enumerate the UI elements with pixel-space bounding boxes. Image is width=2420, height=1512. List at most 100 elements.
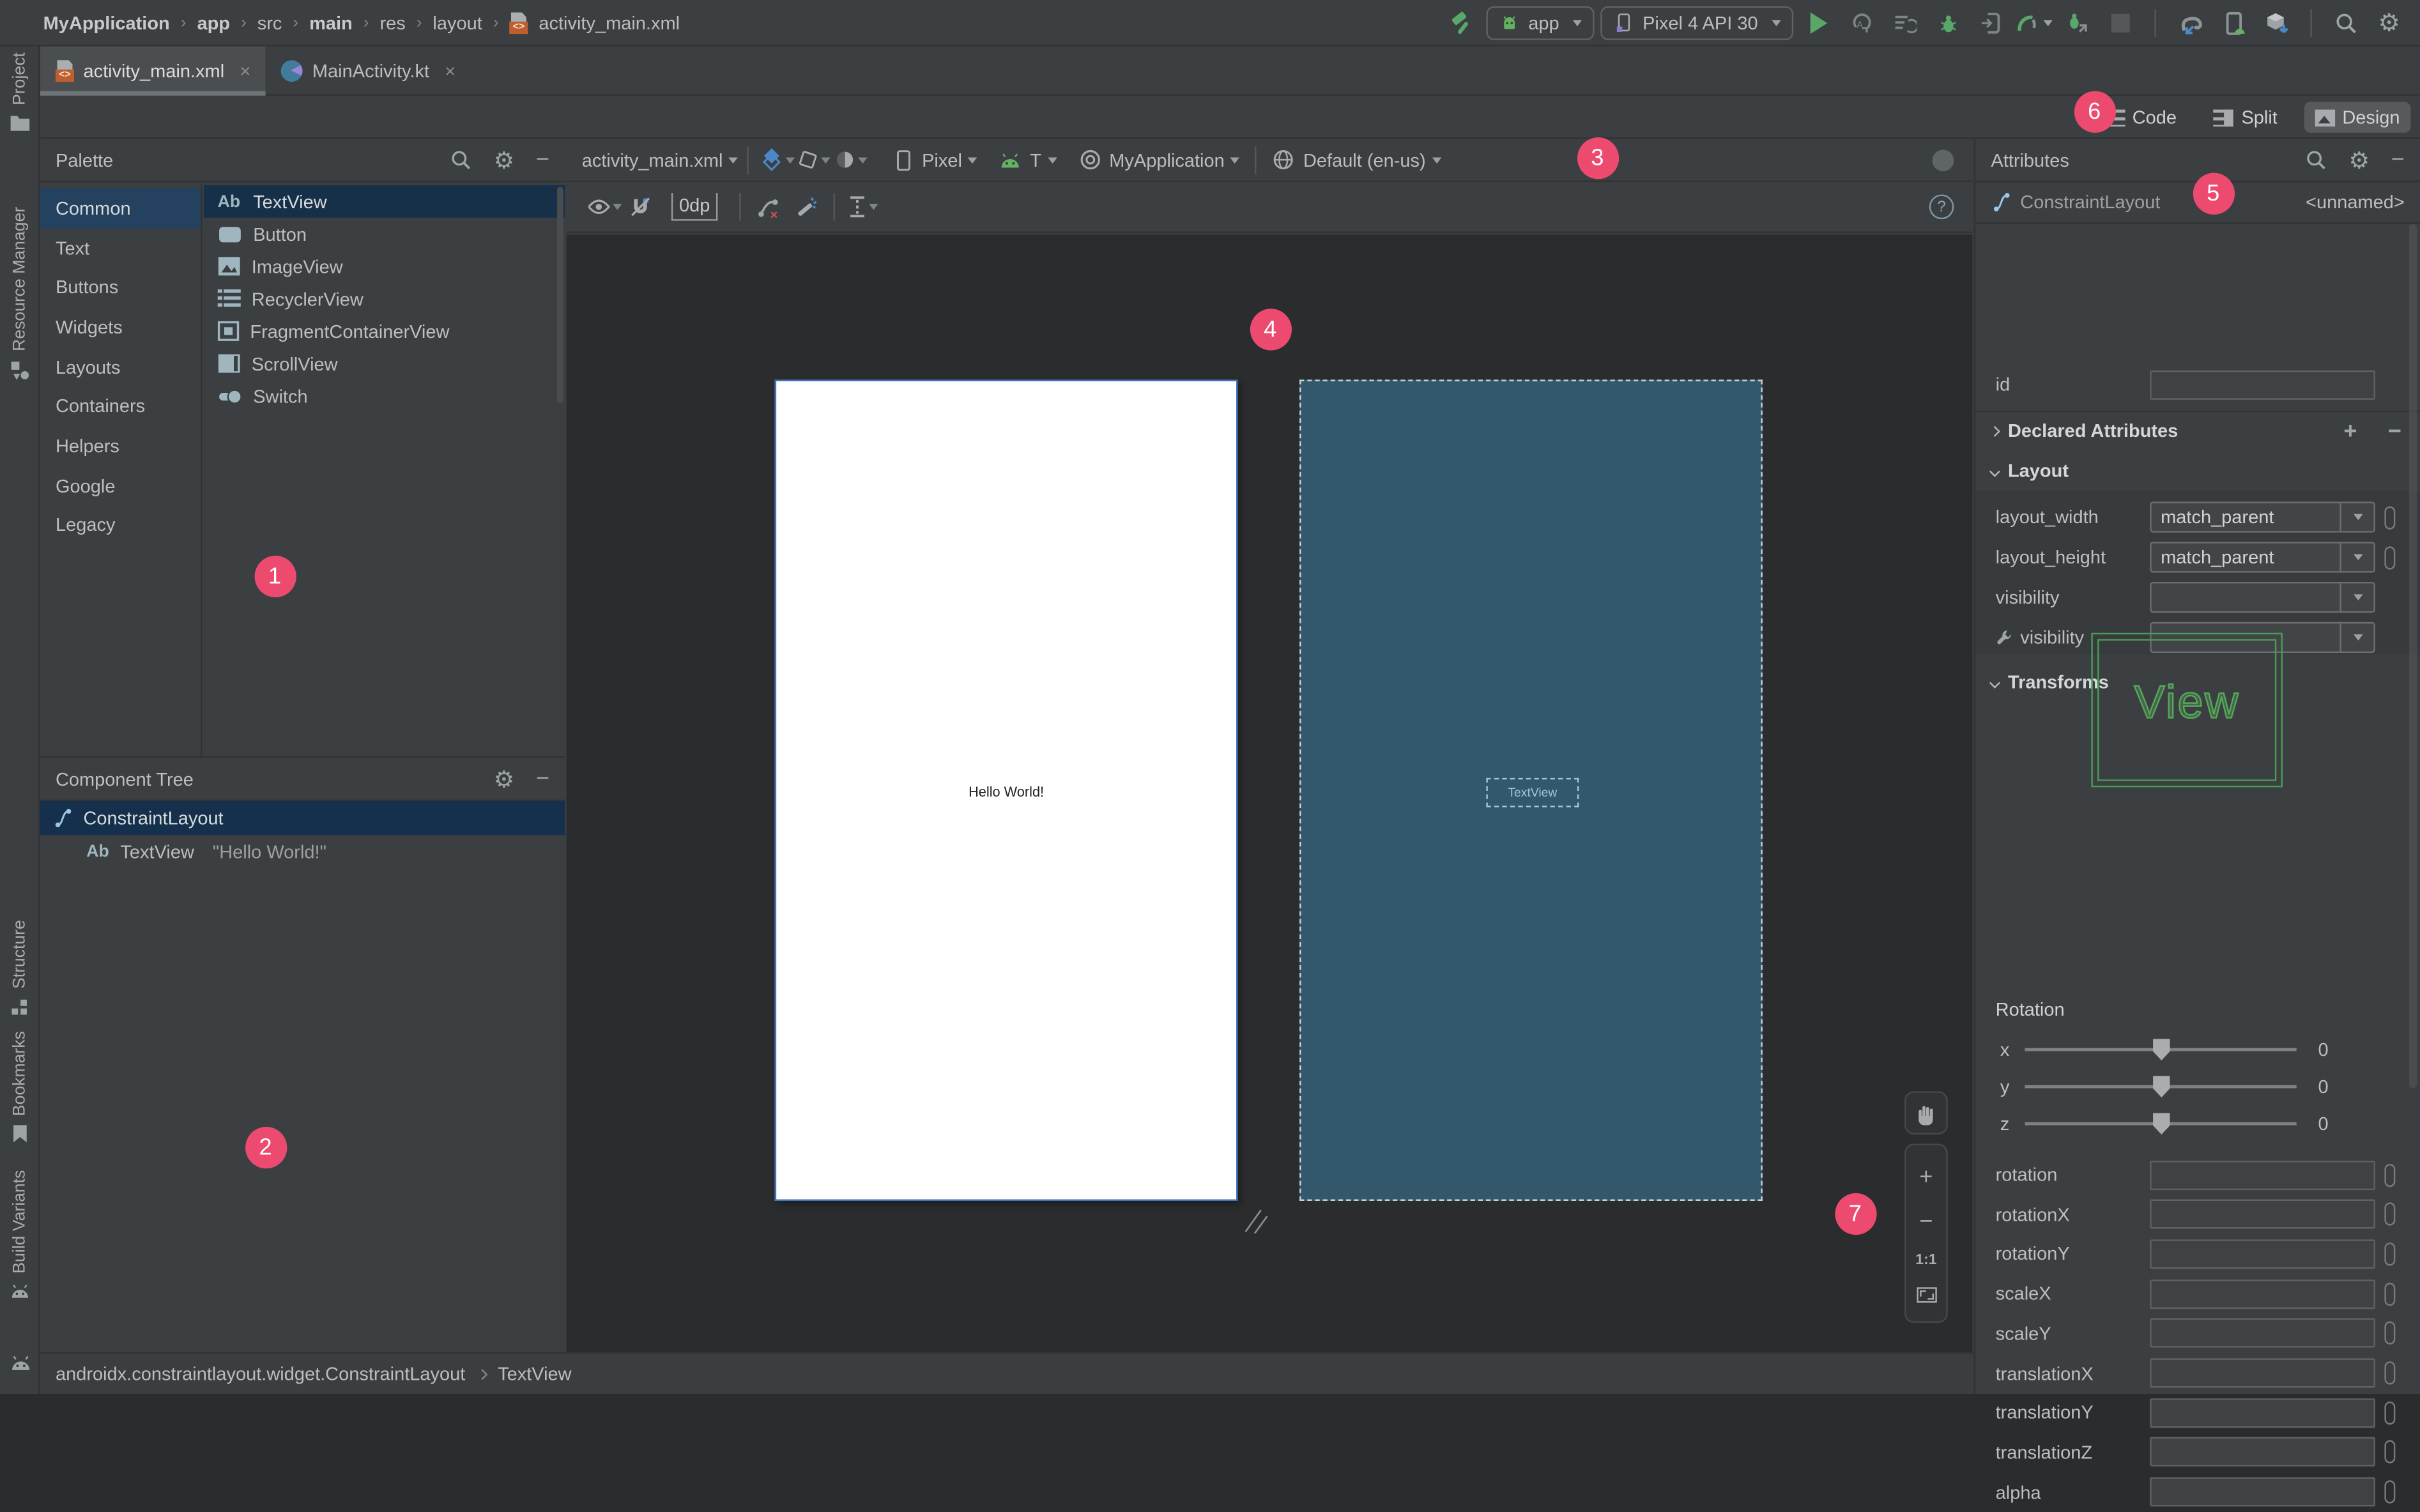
minimize-icon[interactable]: − [536,147,549,173]
default-margin-button[interactable]: 0dp [671,193,718,221]
profiler-icon[interactable] [2016,4,2053,42]
constraint-toggle[interactable] [2384,1282,2396,1306]
palette-category-containers[interactable]: Containers [40,386,201,426]
theme-selector[interactable]: MyApplication [1109,149,1224,171]
minimize-icon[interactable]: − [536,766,549,792]
constraint-toggle[interactable] [2384,1401,2396,1424]
zoom-actual-button[interactable]: 1:1 [1915,1253,1936,1270]
locale-selector[interactable]: Default (en-us) [1303,149,1426,171]
constraint-toggle[interactable] [2384,1163,2396,1187]
apply-code-changes-icon[interactable] [1886,4,1923,42]
palette-category-layouts[interactable]: Layouts [40,347,201,386]
settings-gear-icon[interactable]: ⚙ [2371,4,2408,42]
search-icon[interactable] [2304,148,2327,171]
infer-constraints-wand-icon[interactable] [787,188,824,225]
breadcrumb-res[interactable]: res [379,12,405,34]
constraint-toggle[interactable] [2384,1480,2396,1504]
rotationy-input[interactable] [2150,1239,2375,1269]
close-icon[interactable]: × [445,59,456,81]
status-node[interactable]: TextView [498,1363,572,1385]
device-selector[interactable]: Pixel [922,149,962,171]
blueprint-textview[interactable]: TextView [1486,777,1579,807]
palette-item-recyclerview[interactable]: RecyclerView [204,282,565,315]
breadcrumb-app[interactable]: app [197,12,230,34]
clear-constraints-icon[interactable]: × [750,188,787,225]
design-canvas[interactable]: Hello World! TextView + − 1:1 [566,234,1973,1352]
palette-category-helpers[interactable]: Helpers [40,426,201,466]
gear-icon[interactable]: ⚙ [494,146,515,174]
tab-activity-main-xml[interactable]: <> activity_main.xml × [40,45,267,95]
breadcrumb-main[interactable]: main [309,12,353,34]
gear-icon[interactable]: ⚙ [494,765,515,793]
mode-split-button[interactable]: Split [2203,102,2288,132]
visibility-combo[interactable] [2150,581,2375,613]
constraint-toggle[interactable] [2384,1202,2396,1226]
close-icon[interactable]: × [240,59,250,81]
breadcrumb-file[interactable]: activity_main.xml [539,12,680,34]
gear-icon[interactable]: ⚙ [2348,146,2370,174]
palette-item-fragmentcontainerview[interactable]: FragmentContainerView [204,315,565,347]
design-view-preview[interactable]: Hello World! [774,379,1238,1201]
layout-width-combo[interactable]: match_parent [2150,501,2375,533]
breadcrumb-layout[interactable]: layout [433,12,482,34]
slider-thumb[interactable] [2153,1076,2170,1098]
attach-debugger-to-process-icon[interactable] [2059,4,2096,42]
build-hammer-icon[interactable] [1443,4,1480,42]
constraint-toggle[interactable] [2384,1440,2396,1464]
design-surface-selector-icon[interactable] [758,141,795,178]
constraint-toggle[interactable] [2384,1361,2396,1385]
zoom-in-button[interactable]: + [1919,1164,1933,1190]
orientation-icon[interactable] [795,141,832,178]
palette-category-widgets[interactable]: Widgets [40,307,201,347]
tree-node-constraintlayout[interactable]: ConstraintLayout [40,801,565,836]
breadcrumb-project[interactable]: MyApplication [43,12,170,34]
canvas-resize-handle[interactable] [1243,1207,1270,1235]
palette-category-legacy[interactable]: Legacy [40,505,201,545]
add-attribute-button[interactable]: + [2343,418,2357,444]
device-icon[interactable] [885,141,922,178]
layout-height-combo[interactable]: match_parent [2150,542,2375,573]
constraint-toggle[interactable] [2384,1322,2396,1345]
tool-window-bookmarks[interactable]: Bookmarks [0,1031,38,1143]
tool-window-resource-manager[interactable]: Resource Manager [0,207,38,381]
search-icon[interactable] [448,148,471,171]
constraint-toggle[interactable] [2384,505,2396,529]
blueprint-view-preview[interactable]: TextView [1299,379,1763,1201]
attach-debugger-disabled-icon[interactable] [1972,4,2009,42]
palette-scrollbar[interactable] [557,187,563,403]
remove-attribute-button[interactable]: − [2388,418,2401,444]
palette-item-imageview[interactable]: ImageView [204,250,565,282]
debug-icon[interactable] [1929,4,1966,42]
run-config-dropdown[interactable]: app [1487,6,1595,40]
breadcrumb-src[interactable]: src [257,12,282,34]
slider-thumb[interactable] [2153,1113,2170,1135]
palette-category-common[interactable]: Common [40,188,201,228]
palette-category-text[interactable]: Text [40,228,201,268]
sdk-manager-icon[interactable] [2258,4,2295,42]
apply-changes-icon[interactable]: A [1842,4,1880,42]
palette-item-switch[interactable]: Switch [204,379,565,412]
translationz-input[interactable] [2150,1437,2375,1467]
layout-section[interactable]: Layout [1975,454,2420,487]
tool-window-structure[interactable]: Structure [0,920,38,1016]
id-input[interactable] [2150,369,2375,399]
constraint-toggle[interactable] [2384,546,2396,569]
autoconnect-off-icon[interactable] [622,188,659,225]
mode-design-button[interactable]: Design [2303,102,2411,133]
palette-item-scrollview[interactable]: ScrollView [204,347,565,380]
rotationx-input[interactable] [2150,1199,2375,1229]
status-path[interactable]: androidx.constraintlayout.widget.Constra… [56,1363,465,1385]
gradle-sync-icon[interactable] [2171,4,2209,42]
tree-node-textview[interactable]: Ab TextView "Hello World!" [40,835,565,869]
scaley-input[interactable] [2150,1318,2375,1348]
palette-category-buttons[interactable]: Buttons [40,268,201,307]
rotation-input[interactable] [2150,1159,2375,1189]
api-version-selector[interactable]: T [1030,149,1041,171]
tab-mainactivity-kt[interactable]: MainActivity.kt × [266,45,471,95]
guidelines-icon[interactable] [845,188,882,225]
rotation-z-slider[interactable] [2025,1113,2297,1135]
palette-category-google[interactable]: Google [40,466,201,505]
translationy-input[interactable] [2150,1398,2375,1428]
zoom-to-fit-button[interactable] [1916,1287,1936,1303]
scalex-input[interactable] [2150,1279,2375,1309]
